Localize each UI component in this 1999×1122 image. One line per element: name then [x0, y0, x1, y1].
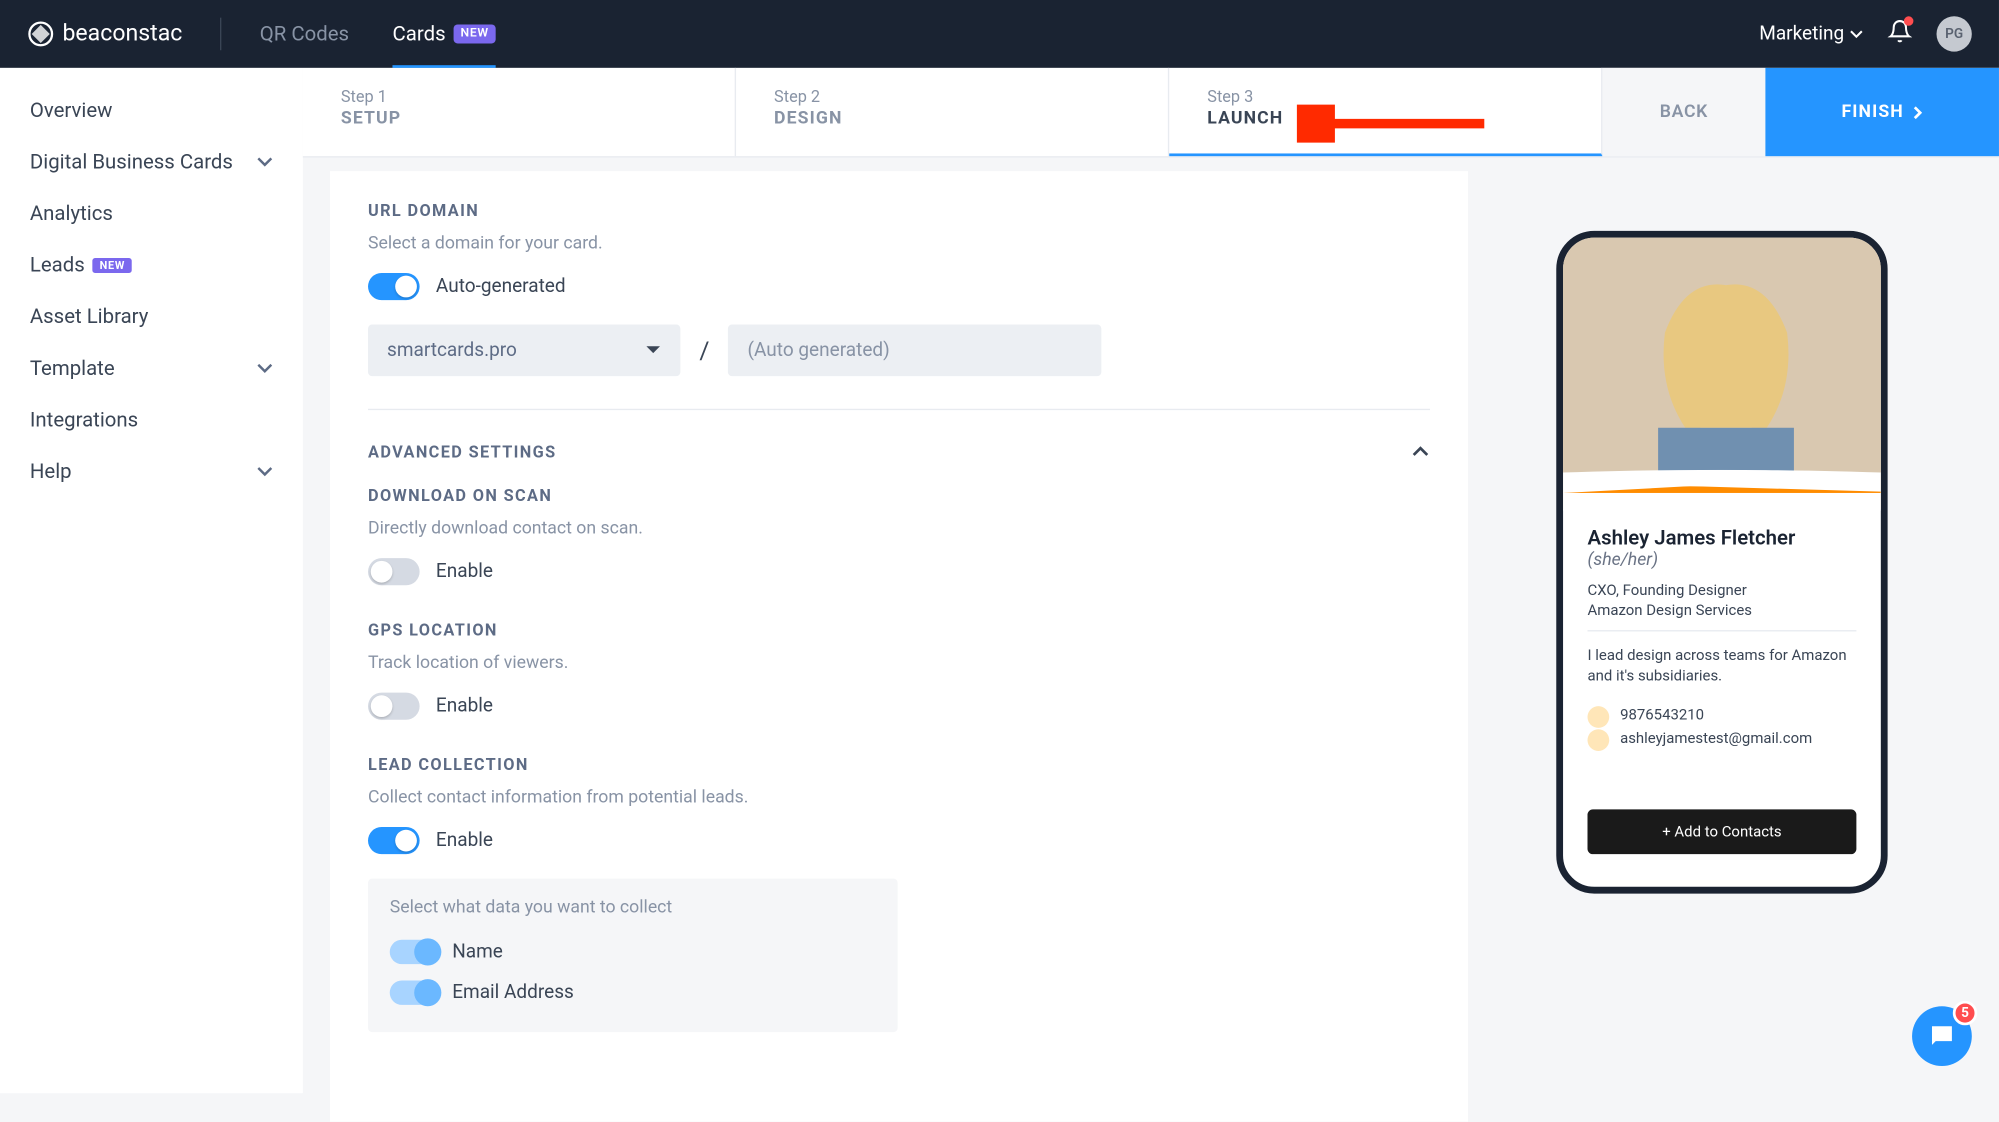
- enable-label: Enable: [436, 561, 493, 583]
- brand-logo[interactable]: beaconstac: [27, 20, 182, 47]
- advanced-settings-toggle[interactable]: ADVANCED SETTINGS: [368, 443, 1430, 462]
- add-to-contacts-button[interactable]: + Add to Contacts: [1588, 809, 1857, 854]
- lead-collection-toggle[interactable]: [368, 827, 420, 854]
- auto-generated-toggle[interactable]: [368, 273, 420, 300]
- slug-input[interactable]: (Auto generated): [728, 325, 1101, 377]
- preview-email: ashleyjamestest@gmail.com: [1588, 729, 1857, 747]
- preview-photo: [1563, 238, 1881, 510]
- nav-divider: [220, 18, 221, 51]
- main-content: URL DOMAIN Select a domain for your card…: [330, 171, 1468, 1122]
- slash-separator: /: [699, 336, 709, 365]
- divider: [368, 409, 1430, 410]
- sidebar-item-integrations[interactable]: Integrations: [0, 394, 303, 446]
- sidebar-item-asset-library[interactable]: Asset Library: [0, 291, 303, 343]
- download-on-scan-desc: Directly download contact on scan.: [368, 519, 1430, 539]
- annotation-arrow: [1297, 105, 1487, 143]
- sidebar-item-dbc[interactable]: Digital Business Cards: [0, 136, 303, 188]
- preview-bio: I lead design across teams for Amazon an…: [1588, 645, 1857, 687]
- chevron-down-icon: [257, 153, 273, 169]
- url-domain-desc: Select a domain for your card.: [368, 234, 1430, 254]
- chat-icon: [1927, 1021, 1957, 1051]
- new-badge: NEW: [454, 24, 496, 43]
- lead-data-box: Select what data you want to collect Nam…: [368, 879, 898, 1032]
- lead-email-toggle[interactable]: [390, 980, 439, 1004]
- caret-down-icon: [645, 345, 661, 356]
- gps-location-title: GPS LOCATION: [368, 621, 1430, 640]
- preview-phone: 9876543210: [1588, 706, 1857, 724]
- gps-location-toggle[interactable]: [368, 693, 420, 720]
- chat-badge: 5: [1953, 1001, 1977, 1025]
- lead-item-name: Name: [390, 932, 876, 973]
- top-navigation: beaconstac QR Codes Cards NEW Marketing …: [0, 0, 1999, 68]
- chevron-down-icon: [257, 360, 273, 376]
- chat-widget[interactable]: 5: [1912, 1006, 1972, 1066]
- sidebar-item-template[interactable]: Template: [0, 342, 303, 394]
- lead-item-email: Email Address: [390, 972, 876, 1013]
- brand-name: beaconstac: [62, 20, 182, 47]
- enable-label: Enable: [436, 830, 493, 852]
- download-on-scan-title: DOWNLOAD ON SCAN: [368, 486, 1430, 505]
- sidebar: Overview Digital Business Cards Analytic…: [0, 68, 303, 1093]
- brand-icon: [27, 20, 54, 47]
- chevron-down-icon: [257, 463, 273, 479]
- lead-collection-desc: Collect contact information from potenti…: [368, 788, 1430, 808]
- chevron-up-icon: [1411, 445, 1430, 459]
- sidebar-item-help[interactable]: Help: [0, 445, 303, 497]
- domain-select[interactable]: smartcards.pro: [368, 325, 680, 377]
- preview-company: Amazon Design Services: [1588, 602, 1857, 632]
- chevron-down-icon: [1850, 27, 1864, 41]
- finish-button[interactable]: FINISH: [1765, 68, 1999, 156]
- sidebar-item-overview[interactable]: Overview: [0, 84, 303, 136]
- lead-name-toggle[interactable]: [390, 940, 439, 964]
- preview-name: Ashley James Fletcher: [1588, 526, 1857, 550]
- chevron-right-icon: [1912, 105, 1923, 119]
- notification-dot: [1904, 16, 1914, 26]
- workspace-dropdown[interactable]: Marketing: [1759, 23, 1863, 45]
- back-button[interactable]: BACK: [1602, 68, 1765, 156]
- step-design[interactable]: Step 2 DESIGN: [736, 68, 1169, 156]
- nav-cards[interactable]: Cards NEW: [393, 0, 496, 68]
- nav-qr-codes[interactable]: QR Codes: [260, 0, 349, 68]
- lead-box-title: Select what data you want to collect: [390, 898, 876, 918]
- step-setup[interactable]: Step 1 SETUP: [303, 68, 736, 156]
- preview-pronoun: (she/her): [1588, 550, 1857, 570]
- steps-bar: Step 1 SETUP Step 2 DESIGN Step 3 LAUNCH…: [303, 68, 1999, 158]
- phone-preview: Ashley James Fletcher (she/her) CXO, Fou…: [1556, 231, 1887, 894]
- preview-job-title: CXO, Founding Designer: [1588, 581, 1857, 599]
- sidebar-item-analytics[interactable]: Analytics: [0, 187, 303, 239]
- user-avatar[interactable]: PG: [1937, 16, 1972, 51]
- url-domain-title: URL DOMAIN: [368, 201, 1430, 220]
- enable-label: Enable: [436, 695, 493, 717]
- new-badge: NEW: [93, 257, 132, 272]
- lead-collection-title: LEAD COLLECTION: [368, 755, 1430, 774]
- notifications-button[interactable]: [1888, 19, 1912, 49]
- gps-location-desc: Track location of viewers.: [368, 653, 1430, 673]
- download-on-scan-toggle[interactable]: [368, 558, 420, 585]
- auto-generated-label: Auto-generated: [436, 276, 566, 298]
- sidebar-item-leads[interactable]: LeadsNEW: [0, 239, 303, 291]
